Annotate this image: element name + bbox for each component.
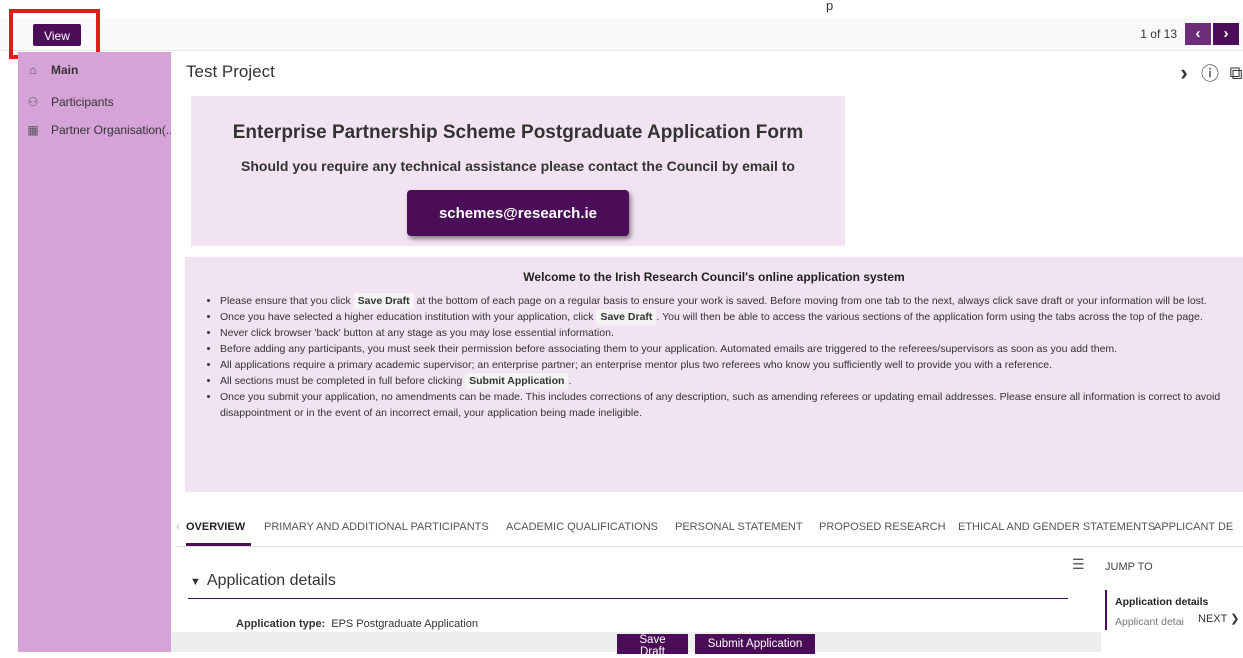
sidebar <box>18 52 171 652</box>
previous-record-button[interactable]: ‹ <box>1185 23 1211 45</box>
header-banner: Enterprise Partnership Scheme Postgradua… <box>191 96 845 246</box>
page-title: Test Project <box>186 62 275 81</box>
keyword-badge: Save Draft <box>353 293 414 309</box>
save-draft-button[interactable]: Save Draft <box>617 634 688 658</box>
sidebar-item-label: Participants <box>51 95 114 109</box>
jump-to-title: JUMP TO <box>1105 561 1153 573</box>
list-item: Never click browser 'back' button at any… <box>220 325 1243 341</box>
tab-bar: ‹ OVERVIEW PRIMARY AND ADDITIONAL PARTIC… <box>176 514 1243 547</box>
tab-applicant-details[interactable]: APPLICANT DE <box>1154 521 1233 533</box>
list-item: All applications require a primary acade… <box>220 357 1243 373</box>
top-strip: p <box>0 0 1243 18</box>
sidebar-item-partner-organisation[interactable]: ▦ Partner Organisation(... <box>0 119 171 141</box>
list-icon[interactable]: ☰ <box>1072 556 1085 573</box>
welcome-title: Welcome to the Irish Research Council's … <box>523 270 905 284</box>
tab-personal-statement[interactable]: PERSONAL STATEMENT <box>675 521 803 533</box>
assistance-text: Should you require any technical assista… <box>241 158 795 174</box>
sidebar-item-label: Main <box>51 63 79 77</box>
toolbar <box>0 18 1243 51</box>
copy-icon[interactable]: ⧉ <box>1227 63 1243 84</box>
section-divider <box>188 598 1068 599</box>
tab-participants[interactable]: PRIMARY AND ADDITIONAL PARTICIPANTS <box>264 521 489 533</box>
list-item: Once you submit your application, no ame… <box>220 389 1243 421</box>
top-strip-glyph: p <box>826 0 834 13</box>
jump-link-applicant-details[interactable]: Applicant detai <box>1115 616 1184 628</box>
keyword-badge: Save Draft <box>596 309 657 325</box>
list-item: Once you have selected a higher educatio… <box>220 309 1243 325</box>
tab-overview[interactable]: OVERVIEW <box>186 521 245 533</box>
sidebar-item-participants[interactable]: ⚇ Participants <box>0 91 170 113</box>
pager-text: 1 of 13 <box>1140 27 1177 41</box>
submit-application-button[interactable]: Submit Application <box>695 634 815 654</box>
next-section-button[interactable]: NEXT ❯ <box>1195 611 1243 626</box>
sidebar-item-label: Partner Organisation(... <box>51 123 171 137</box>
section-title: Application details <box>206 572 336 589</box>
tab-ethical-gender-statements[interactable]: ETHICAL AND GENDER STATEMENTS <box>958 521 1155 533</box>
field-label: Application type: <box>236 618 326 630</box>
home-icon: ⌂ <box>29 63 37 77</box>
form-title: Enterprise Partnership Scheme Postgradua… <box>232 122 804 143</box>
list-item: All sections must be completed in full b… <box>220 373 1243 389</box>
next-record-button[interactable]: › <box>1213 23 1239 45</box>
application-type-field: Application type: EPS Postgraduate Applic… <box>236 618 478 630</box>
keyword-badge: Submit Application <box>465 373 569 389</box>
tab-proposed-research[interactable]: PROPOSED RESEARCH <box>819 521 946 533</box>
active-tab-indicator <box>186 543 251 546</box>
page-actions: › ⓘ ⧉ <box>1175 60 1243 86</box>
building-icon: ▦ <box>27 123 39 137</box>
jump-active-indicator <box>1105 590 1107 630</box>
instruction-list: Please ensure that you click Save Draft … <box>202 293 1243 421</box>
tab-academic-qualifications[interactable]: ACADEMIC QUALIFICATIONS <box>506 521 658 533</box>
chevron-right-icon[interactable]: › <box>1175 60 1193 86</box>
list-item: Please ensure that you click Save Draft … <box>220 293 1243 309</box>
people-icon: ⚇ <box>27 95 39 109</box>
section-header[interactable]: ▼ Application details <box>190 572 336 590</box>
chevron-left-icon[interactable]: ‹ <box>176 519 180 533</box>
welcome-panel: Welcome to the Irish Research Council's … <box>185 257 1243 492</box>
list-item: Before adding any participants, you must… <box>220 341 1243 357</box>
jump-link-application-details[interactable]: Application details <box>1115 596 1208 608</box>
field-value: EPS Postgraduate Application <box>331 618 478 630</box>
sidebar-item-main[interactable]: ⌂ Main <box>0 59 170 81</box>
chevron-down-icon: ▼ <box>190 576 201 588</box>
email-button[interactable]: schemes@research.ie <box>407 190 629 236</box>
info-icon[interactable]: ⓘ <box>1201 60 1219 86</box>
